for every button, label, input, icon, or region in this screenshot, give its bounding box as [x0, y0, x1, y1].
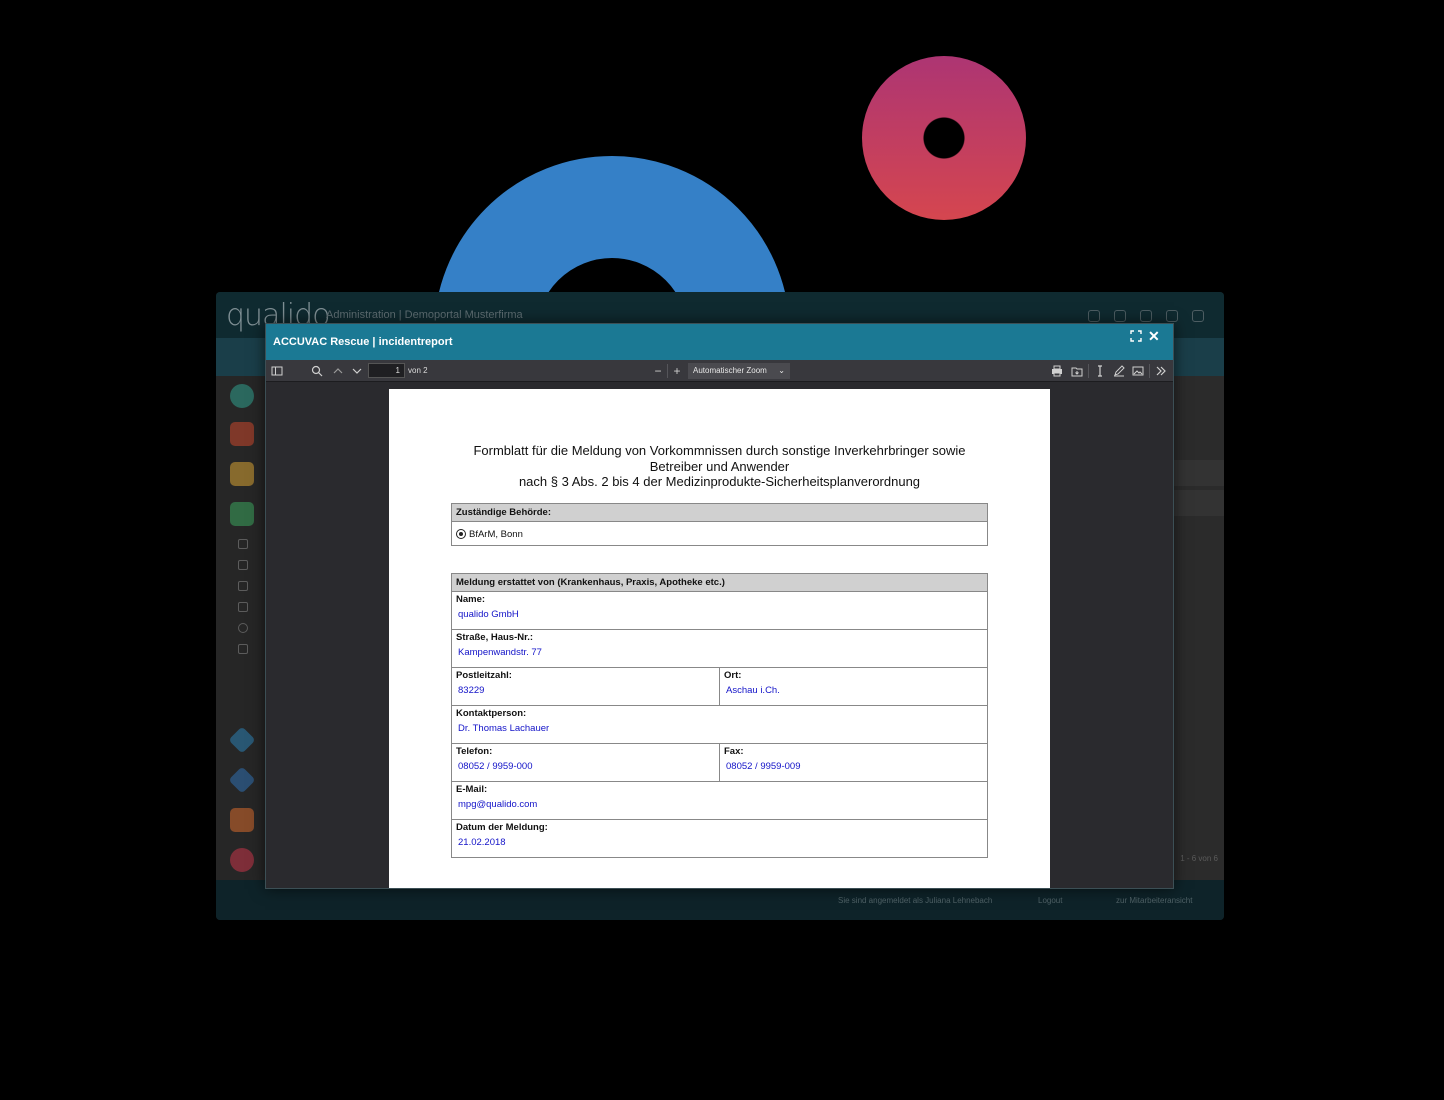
gear-icon[interactable] [1114, 310, 1126, 322]
modal-title: ACCUVAC Rescue | incidentreport [273, 336, 453, 348]
date-value[interactable]: 21.02.2018 [456, 836, 983, 850]
pencil-icon[interactable] [1113, 365, 1125, 377]
sidebar-module-icon[interactable] [228, 766, 256, 794]
toolbar-divider [667, 364, 668, 378]
zoom-out-button[interactable]: − [652, 365, 664, 377]
phone-value[interactable]: 08052 / 9959-000 [456, 760, 715, 774]
toolbar-divider [1149, 364, 1150, 378]
email-label: E-Mail: [456, 784, 488, 795]
app-sidebar [216, 376, 266, 880]
document-title-line: Betreiber und Anwender [649, 458, 790, 474]
authority-table: Zuständige Behörde: BfArM, Bonn [451, 503, 988, 546]
sidebar-module-icon[interactable] [230, 808, 254, 832]
radio-selected-icon[interactable] [456, 529, 466, 539]
footer-logged-in-text: Sie sind angemeldet als Juliana Lehnebac… [838, 896, 993, 905]
close-icon[interactable]: ✕ [1148, 328, 1160, 344]
street-label: Straße, Haus-Nr.: [456, 632, 534, 643]
sidebar-subitem-icon[interactable] [238, 539, 248, 549]
sidebar-gear-icon[interactable] [238, 623, 248, 633]
document-title: Formblatt für die Meldung von Vorkommnis… [389, 443, 1050, 490]
email-value[interactable]: mpg@qualido.com [456, 798, 983, 812]
stage: qualido Administration | Demoportal Must… [0, 0, 1444, 1100]
reporter-header: Meldung erstattet von (Krankenhaus, Prax… [451, 573, 988, 592]
sidebar-module-icon[interactable] [230, 422, 254, 446]
sidebar-module-icon[interactable] [228, 726, 256, 754]
name-value[interactable]: qualido GmbH [456, 608, 983, 622]
page-count-label: von 2 [408, 366, 428, 375]
authority-header: Zuständige Behörde: [451, 503, 988, 522]
document-title-line: nach § 3 Abs. 2 bis 4 der Medizinprodukt… [518, 474, 921, 489]
zoom-in-button[interactable]: + [671, 365, 683, 377]
sidebar-module-icon[interactable] [230, 384, 254, 408]
sidebar-module-icon[interactable] [230, 502, 254, 526]
footer-employee-view-link[interactable]: zur Mitarbeiteransicht [1116, 896, 1192, 905]
page-number-input[interactable]: 1 [368, 363, 405, 378]
app-table-row [1174, 490, 1224, 516]
chevron-down-icon: ⌄ [778, 366, 785, 375]
print-icon[interactable] [1166, 310, 1178, 322]
file-icon[interactable] [1140, 310, 1152, 322]
zip-label: Postleitzahl: [456, 670, 512, 681]
sidebar-subitem-icon[interactable] [238, 602, 248, 612]
sidebar-chart-icon[interactable] [238, 644, 248, 654]
toolbar-divider [1088, 364, 1089, 378]
print-icon[interactable] [1051, 365, 1063, 377]
save-icon[interactable] [1071, 365, 1083, 377]
reporter-table: Meldung erstattet von (Krankenhaus, Prax… [451, 573, 988, 858]
authority-value: BfArM, Bonn [469, 529, 523, 540]
fax-label: Fax: [724, 746, 744, 757]
pdf-toolbar: 1 von 2 − + Automatischer Zoom ⌄ [266, 360, 1173, 382]
sidebar-toggle-icon[interactable] [271, 365, 283, 377]
sidebar-subitem-icon[interactable] [238, 581, 248, 591]
app-subtitle: Administration | Demoportal Musterfirma [326, 309, 523, 321]
date-label: Datum der Meldung: [456, 822, 548, 833]
qr-icon[interactable] [1088, 310, 1100, 322]
image-icon[interactable] [1132, 365, 1144, 377]
decorative-pink-ring [862, 56, 1026, 220]
footer-logout-link[interactable]: Logout [1038, 896, 1062, 905]
pdf-page: Formblatt für die Meldung von Vorkommnis… [389, 389, 1050, 888]
sidebar-module-icon[interactable] [230, 462, 254, 486]
zoom-select-value: Automatischer Zoom [693, 366, 767, 375]
modal-title-bar: ACCUVAC Rescue | incidentreport ✕ [266, 324, 1173, 360]
text-cursor-icon[interactable] [1094, 365, 1106, 377]
pdf-modal: ACCUVAC Rescue | incidentreport ✕ 1 von … [265, 323, 1174, 889]
sidebar-module-icon[interactable] [230, 848, 254, 872]
contact-value[interactable]: Dr. Thomas Lachauer [456, 722, 983, 736]
chevron-up-icon[interactable] [332, 365, 344, 377]
street-value[interactable]: Kampenwandstr. 77 [456, 646, 983, 660]
double-chevron-right-icon[interactable] [1155, 365, 1167, 377]
app-header-icons [1088, 310, 1204, 322]
phone-label: Telefon: [456, 746, 493, 757]
city-label: Ort: [724, 670, 742, 681]
help-icon[interactable] [1192, 310, 1204, 322]
contact-label: Kontaktperson: [456, 708, 527, 719]
maximize-icon[interactable] [1130, 330, 1142, 342]
document-title-line: Formblatt für die Meldung von Vorkommnis… [473, 443, 966, 458]
app-pager: 1 - 6 von 6 [1180, 854, 1218, 863]
chevron-down-icon[interactable] [351, 365, 363, 377]
city-value[interactable]: Aschau i.Ch. [724, 684, 983, 698]
name-label: Name: [456, 594, 486, 605]
fax-value[interactable]: 08052 / 9959-009 [724, 760, 983, 774]
app-table-row [1174, 460, 1224, 486]
zip-value[interactable]: 83229 [456, 684, 715, 698]
pdf-viewer[interactable]: Formblatt für die Meldung von Vorkommnis… [266, 383, 1173, 888]
search-icon[interactable] [311, 365, 323, 377]
sidebar-subitem-icon[interactable] [238, 560, 248, 570]
zoom-select[interactable]: Automatischer Zoom ⌄ [688, 363, 790, 379]
